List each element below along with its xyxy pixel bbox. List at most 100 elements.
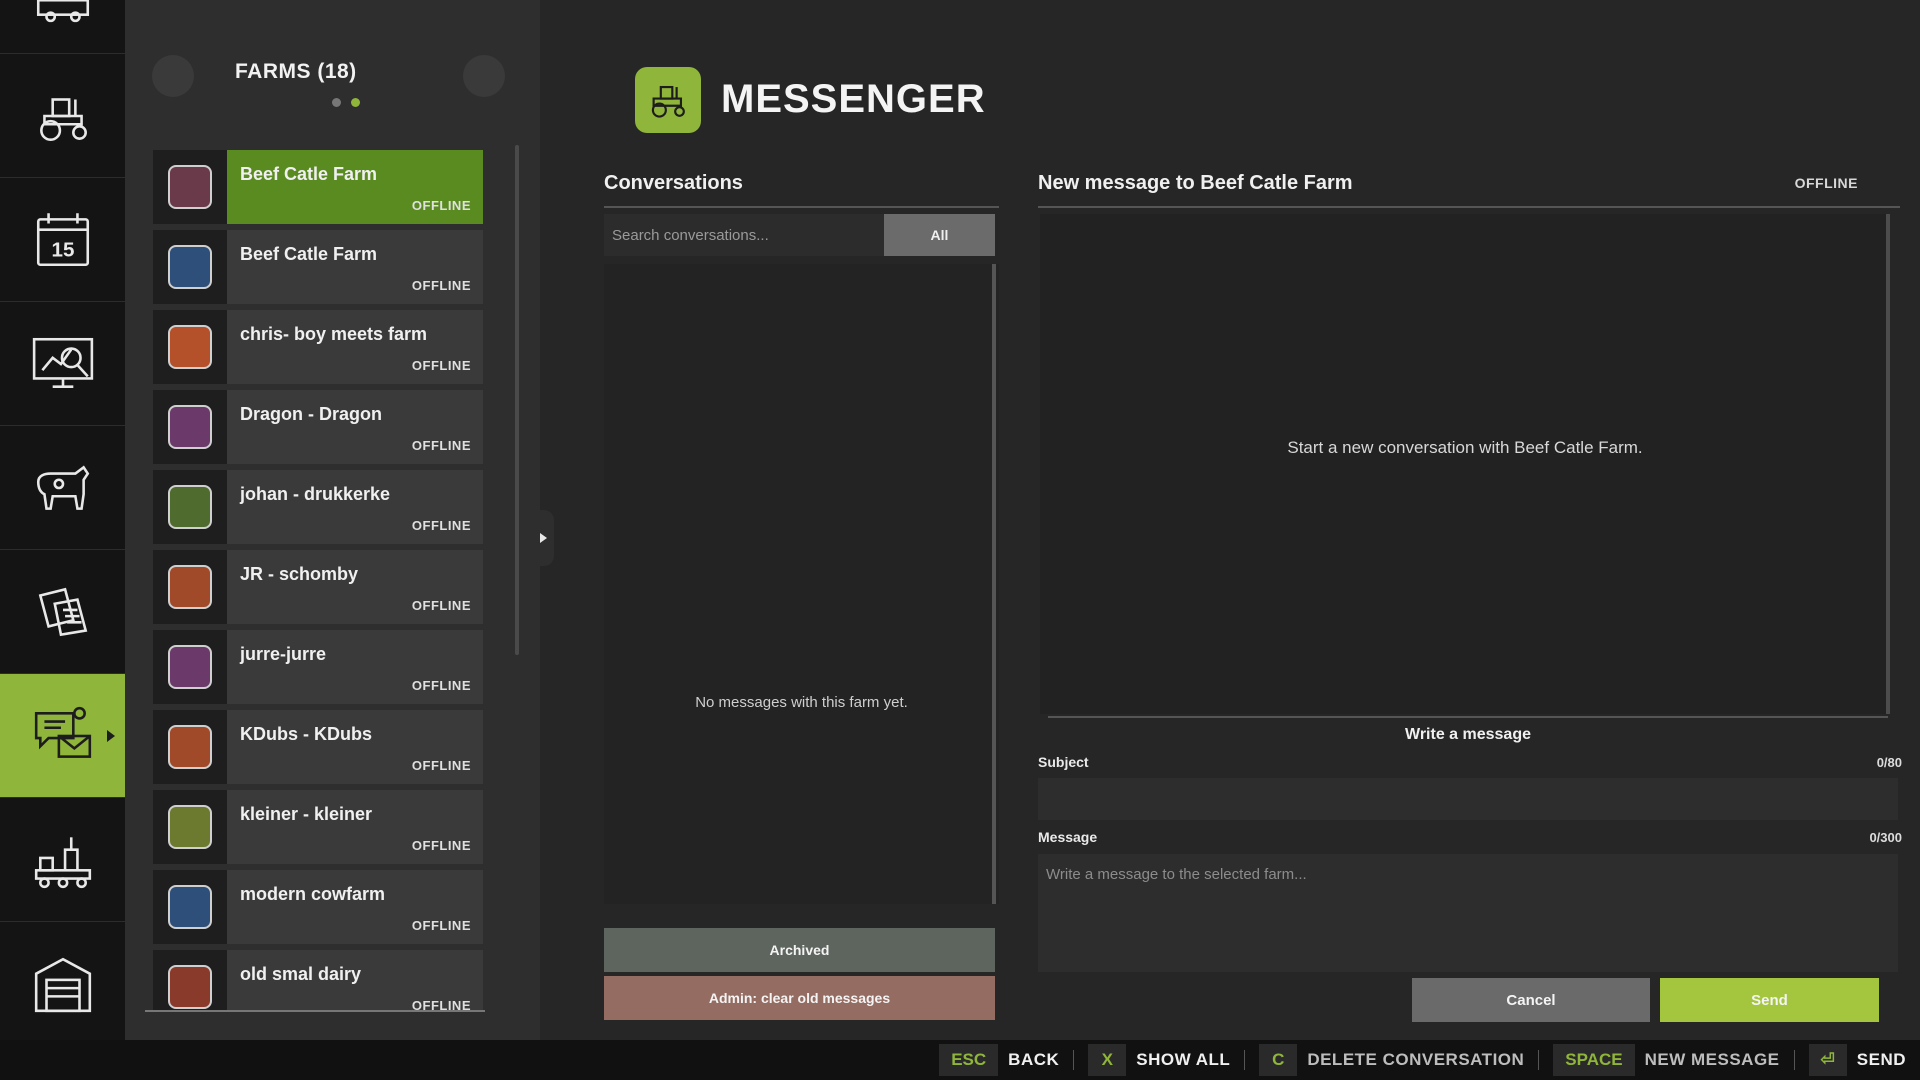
- farm-status: OFFLINE: [411, 598, 471, 613]
- farm-status: OFFLINE: [411, 838, 471, 853]
- messenger-icon: [34, 706, 91, 758]
- calendar-icon: 15: [36, 212, 89, 266]
- hint-show-all[interactable]: X SHOW ALL: [1088, 1044, 1230, 1076]
- thread-scrollbar[interactable]: [1886, 214, 1890, 714]
- hint-action: BACK: [1008, 1050, 1060, 1069]
- farm-list-item[interactable]: old smal dairy OFFLINE: [153, 950, 483, 1010]
- filter-all-button[interactable]: All: [884, 214, 995, 256]
- farm-name: Beef Catle Farm: [240, 244, 378, 264]
- rail-item-statistics[interactable]: [0, 302, 125, 426]
- farm-name: chris- boy meets farm: [240, 324, 428, 344]
- farm-badge-icon: [168, 325, 212, 369]
- empty-conversations-text: No messages with this farm yet.: [695, 694, 908, 711]
- farm-avatar: [153, 550, 227, 624]
- divider: [1048, 716, 1888, 718]
- farm-list: Beef Catle Farm OFFLINE Beef Catle Farm OFF…: [153, 150, 483, 1010]
- empty-thread-text: Start a new conversation with Beef Catle…: [1287, 438, 1643, 457]
- farm-avatar: [153, 870, 227, 944]
- calendar-day: 15: [51, 238, 74, 261]
- hint-action: SEND: [1856, 1050, 1906, 1069]
- farm-name: johan - drukkerke: [240, 484, 391, 504]
- hint-delete-conversation[interactable]: C DELETE CONVERSATION: [1259, 1044, 1524, 1076]
- farm-list-item[interactable]: kleiner - kleiner OFFLINE: [153, 790, 483, 864]
- search-input[interactable]: [604, 214, 886, 256]
- rail-item-production[interactable]: [0, 798, 125, 922]
- farm-list-item[interactable]: jurre-jurre OFFLINE: [153, 630, 483, 704]
- page-dot-active[interactable]: [351, 98, 360, 107]
- collapse-panel-button[interactable]: [536, 510, 554, 566]
- messenger-screen: 15 FARMS (18) Beef Catle Farm OFFLINE Be…: [0, 0, 1920, 1080]
- farms-panel: FARMS (18) Beef Catle Farm OFFLINE Beef Ca…: [125, 0, 540, 1040]
- recipient-status: OFFLINE: [1794, 175, 1858, 191]
- farm-name: Beef Catle Farm: [240, 164, 378, 184]
- previous-page-button[interactable]: [152, 55, 194, 97]
- page-dot[interactable]: [332, 98, 341, 107]
- hint-new-message[interactable]: SPACE NEW MESSAGE: [1553, 1044, 1779, 1076]
- divider: [604, 206, 999, 208]
- farm-badge-icon: [168, 805, 212, 849]
- farm-name: old smal dairy: [240, 964, 362, 984]
- message-char-count: 0/300: [1869, 830, 1902, 845]
- rail-item-animals[interactable]: [0, 426, 125, 550]
- message-thread[interactable]: Start a new conversation with Beef Catle…: [1040, 214, 1890, 714]
- farm-badge-icon: [168, 645, 212, 689]
- hint-back[interactable]: ESC BACK: [939, 1044, 1059, 1076]
- conversations-heading: Conversations: [604, 172, 743, 194]
- conversation-scrollbar[interactable]: [992, 264, 996, 904]
- compose-title: Write a message: [1405, 726, 1531, 743]
- rail-item-vehicle-shop[interactable]: [0, 0, 125, 54]
- farms-header: FARMS (18): [125, 50, 540, 130]
- farm-status: OFFLINE: [411, 678, 471, 693]
- farm-list-item[interactable]: Dragon - Dragon OFFLINE: [153, 390, 483, 464]
- key-glyph: C: [1259, 1044, 1298, 1076]
- farm-name: Dragon - Dragon: [240, 404, 382, 424]
- farm-list-item[interactable]: johan - drukkerke OFFLINE: [153, 470, 483, 544]
- next-page-button[interactable]: [463, 55, 505, 97]
- farm-status: OFFLINE: [411, 198, 471, 213]
- messenger-app-icon: [635, 67, 701, 133]
- farm-avatar: [153, 390, 227, 464]
- farm-badge-icon: [168, 725, 212, 769]
- farm-list-item[interactable]: chris- boy meets farm OFFLINE: [153, 310, 483, 384]
- farm-list-item[interactable]: Beef Catle Farm OFFLINE: [153, 230, 483, 304]
- rail-item-calendar[interactable]: 15: [0, 178, 125, 302]
- farm-badge-icon: [168, 405, 212, 449]
- category-rail: 15: [0, 0, 125, 1046]
- conversation-list[interactable]: No messages with this farm yet.: [604, 264, 999, 904]
- list-divider: [145, 1010, 485, 1012]
- farm-list-item[interactable]: Beef Catle Farm OFFLINE: [153, 150, 483, 224]
- farm-list-item[interactable]: modern cowfarm OFFLINE: [153, 870, 483, 944]
- message-input[interactable]: [1038, 854, 1898, 972]
- farm-name: KDubs - KDubs: [240, 724, 372, 744]
- message-label: Message: [1038, 829, 1098, 845]
- farm-avatar: [153, 790, 227, 864]
- key-glyph: SPACE: [1553, 1044, 1635, 1076]
- page-indicator: [332, 98, 360, 107]
- contracts-icon: [38, 587, 87, 636]
- rail-item-contracts[interactable]: [0, 550, 125, 674]
- farm-badge-icon: [168, 565, 212, 609]
- farm-status: OFFLINE: [411, 758, 471, 773]
- farm-name: jurre-jurre: [240, 644, 327, 664]
- farm-status: OFFLINE: [411, 358, 471, 373]
- production-icon: [34, 836, 91, 888]
- subject-input[interactable]: [1038, 778, 1898, 820]
- hint-send[interactable]: ⏎ SEND: [1808, 1044, 1906, 1076]
- message-heading: New message to Beef Catle Farm: [1038, 172, 1353, 194]
- key-glyph: ESC: [939, 1044, 999, 1076]
- tractor-icon: [651, 85, 685, 118]
- farm-list-item[interactable]: JR - schomby OFFLINE: [153, 550, 483, 624]
- farm-list-item[interactable]: KDubs - KDubs OFFLINE: [153, 710, 483, 784]
- farm-list-scrollbar[interactable]: [515, 145, 519, 655]
- farm-status: OFFLINE: [411, 918, 471, 933]
- farm-avatar: [153, 710, 227, 784]
- rail-item-messenger[interactable]: [0, 674, 125, 798]
- rail-item-garage[interactable]: [0, 922, 125, 1046]
- rail-item-vehicles[interactable]: [0, 54, 125, 178]
- archived-button[interactable]: Archived: [604, 928, 995, 972]
- admin-clear-messages-button[interactable]: Admin: clear old messages: [604, 976, 995, 1020]
- cancel-button[interactable]: Cancel: [1412, 978, 1650, 1022]
- farm-badge-icon: [168, 485, 212, 529]
- farm-name: kleiner - kleiner: [240, 804, 373, 824]
- send-button[interactable]: Send: [1660, 978, 1879, 1022]
